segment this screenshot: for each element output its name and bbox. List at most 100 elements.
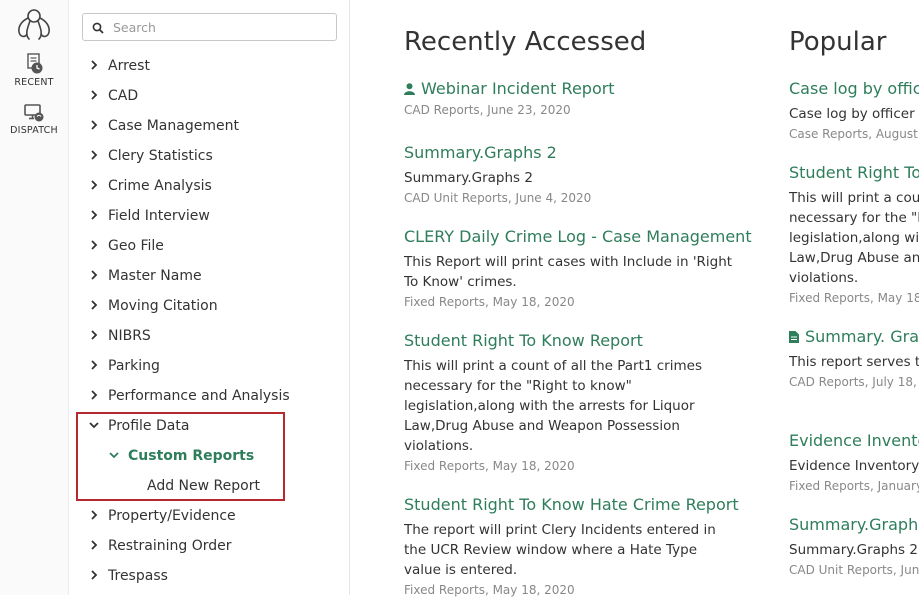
chevron-right-icon[interactable] <box>88 206 100 220</box>
report-meta: CAD Unit Reports, June <box>789 563 919 577</box>
report-description: Summary.Graphs 2 <box>404 170 533 186</box>
report-description: This will print a count of all the Part1… <box>789 190 919 286</box>
app-logo-icon[interactable] <box>13 7 55 43</box>
chevron-right-icon[interactable] <box>88 86 100 100</box>
chevron-right-icon[interactable] <box>88 296 100 310</box>
tree-item-cad[interactable]: CAD <box>88 85 138 107</box>
tree-item-label: Geo File <box>108 238 164 254</box>
chevron-right-icon[interactable] <box>88 176 100 190</box>
tree-item-parking[interactable]: Parking <box>88 355 160 377</box>
report-tree-sidebar: Arrest CAD Case Management Clery Statistics… <box>69 0 350 595</box>
chevron-right-icon[interactable] <box>88 506 100 520</box>
report-link[interactable]: Student Right To Know Report <box>404 330 734 352</box>
search-icon <box>92 22 104 34</box>
report-link[interactable]: Student Right To Know Report <box>789 162 919 184</box>
recent-report-item: Summary.Graphs 2 Summary.Graphs 2 CAD Un… <box>404 142 734 206</box>
chevron-right-icon[interactable] <box>88 356 100 370</box>
report-description: Case log by officer <box>789 106 915 122</box>
popular-report-item: Summary.Graphs Summary.Graphs 2 CAD Unit… <box>789 514 919 578</box>
report-meta: Fixed Reports, January 1 <box>789 479 919 493</box>
rail-dispatch-button[interactable]: DISPATCH <box>0 103 68 136</box>
report-meta: Fixed Reports, May 18, 2020 <box>404 295 575 309</box>
report-meta: Fixed Reports, May 18, <box>789 291 919 305</box>
chevron-right-icon[interactable] <box>88 116 100 130</box>
tree-item-case-management[interactable]: Case Management <box>88 115 239 137</box>
chevron-right-icon[interactable] <box>88 266 100 280</box>
rail-recent-label: RECENT <box>14 77 54 88</box>
popular-column: Popular Case log by officer Case log by … <box>789 0 919 595</box>
popular-report-item: Evidence Inventory Evidence Inventory Fi… <box>789 430 919 494</box>
recent-report-icon <box>27 53 43 74</box>
tree-item-label: Moving Citation <box>108 298 218 314</box>
tree-item-master-name[interactable]: Master Name <box>88 265 202 287</box>
document-icon <box>789 331 799 343</box>
popular-heading: Popular <box>789 27 887 57</box>
search-input[interactable] <box>113 17 328 37</box>
tree-item-label: Restraining Order <box>108 538 232 554</box>
report-meta: CAD Reports, July 18, 20 <box>789 375 919 389</box>
report-link[interactable]: Evidence Inventory <box>789 430 919 452</box>
chevron-right-icon[interactable] <box>88 326 100 340</box>
tree-item-arrest[interactable]: Arrest <box>88 55 150 77</box>
chevron-right-icon[interactable] <box>88 386 100 400</box>
tree-item-moving-citation[interactable]: Moving Citation <box>88 295 218 317</box>
report-meta: Fixed Reports, May 18, 2020 <box>404 459 575 473</box>
tree-item-label: Profile Data <box>108 418 190 434</box>
tree-item-label: Add New Report <box>147 478 260 494</box>
report-link[interactable]: Summary. Graphs <box>789 326 919 348</box>
report-description: Summary.Graphs 2 <box>789 542 918 558</box>
chevron-right-icon[interactable] <box>88 236 100 250</box>
chevron-down-icon[interactable] <box>88 416 100 429</box>
dispatch-icon <box>24 104 44 122</box>
tree-item-field-interview[interactable]: Field Interview <box>88 205 210 227</box>
tree-item-add-new-report[interactable]: Add New Report <box>147 475 260 497</box>
tree-item-custom-reports[interactable]: Custom Reports <box>108 445 254 467</box>
tree-item-label: Trespass <box>108 568 168 584</box>
report-link[interactable]: Summary.Graphs 2 <box>404 142 734 164</box>
report-title: Webinar Incident Report <box>421 79 615 98</box>
tree-item-clery-statistics[interactable]: Clery Statistics <box>88 145 213 167</box>
search-box[interactable] <box>82 13 337 41</box>
rail-recent-button[interactable]: RECENT <box>0 53 68 88</box>
report-link[interactable]: Summary.Graphs <box>789 514 919 536</box>
tree-item-crime-analysis[interactable]: Crime Analysis <box>88 175 212 197</box>
report-description: The report will print Clery Incidents en… <box>404 522 716 578</box>
report-link[interactable]: Case log by officer <box>789 78 919 100</box>
report-link[interactable]: Webinar Incident Report <box>404 78 734 100</box>
tree-item-restraining-order[interactable]: Restraining Order <box>88 535 231 557</box>
tree-item-label: Clery Statistics <box>108 148 213 164</box>
tree-item-geo-file[interactable]: Geo File <box>88 235 164 257</box>
popular-report-item: Case log by officer Case log by officer … <box>789 78 919 142</box>
tree-item-label: Field Interview <box>108 208 210 224</box>
tree-item-label: Crime Analysis <box>108 178 212 194</box>
tree-item-label: Master Name <box>108 268 202 284</box>
report-meta: CAD Reports, June 23, 2020 <box>404 103 571 117</box>
tree-item-trespass[interactable]: Trespass <box>88 565 168 587</box>
chevron-right-icon[interactable] <box>88 56 100 70</box>
chevron-right-icon[interactable] <box>88 566 100 580</box>
recent-report-item: Webinar Incident Report CAD Reports, Jun… <box>404 78 734 118</box>
recent-report-item: Student Right To Know Hate Crime Report … <box>404 494 739 598</box>
report-meta: CAD Unit Reports, June 4, 2020 <box>404 191 592 205</box>
report-description: Evidence Inventory <box>789 458 919 474</box>
tree-item-property-evidence[interactable]: Property/Evidence <box>88 505 236 527</box>
user-icon <box>404 83 415 95</box>
tree-item-label: CAD <box>108 88 139 104</box>
tree-item-profile-data[interactable]: Profile Data <box>88 415 189 437</box>
popular-report-item: Student Right To Know Report This will p… <box>789 162 919 306</box>
chevron-down-icon[interactable] <box>108 446 120 459</box>
report-link[interactable]: CLERY Daily Crime Log - Case Management <box>404 226 752 248</box>
tree-item-label: Performance and Analysis <box>108 388 290 404</box>
tree-item-performance-and-analysis[interactable]: Performance and Analysis <box>88 385 290 407</box>
tree-item-label: Property/Evidence <box>108 508 236 524</box>
tree-item-nibrs[interactable]: NIBRS <box>88 325 151 347</box>
recent-report-item: Student Right To Know Report This will p… <box>404 330 734 474</box>
tree-item-label: Parking <box>108 358 160 374</box>
popular-report-item: Summary. Graphs This report serves to di… <box>789 326 919 390</box>
report-description: This will print a count of all the Part1… <box>404 358 702 454</box>
report-link[interactable]: Student Right To Know Hate Crime Report <box>404 494 739 516</box>
recent-report-item: CLERY Daily Crime Log - Case Management … <box>404 226 752 310</box>
chevron-right-icon[interactable] <box>88 146 100 160</box>
recently-accessed-heading: Recently Accessed <box>404 27 647 57</box>
chevron-right-icon[interactable] <box>88 536 100 550</box>
